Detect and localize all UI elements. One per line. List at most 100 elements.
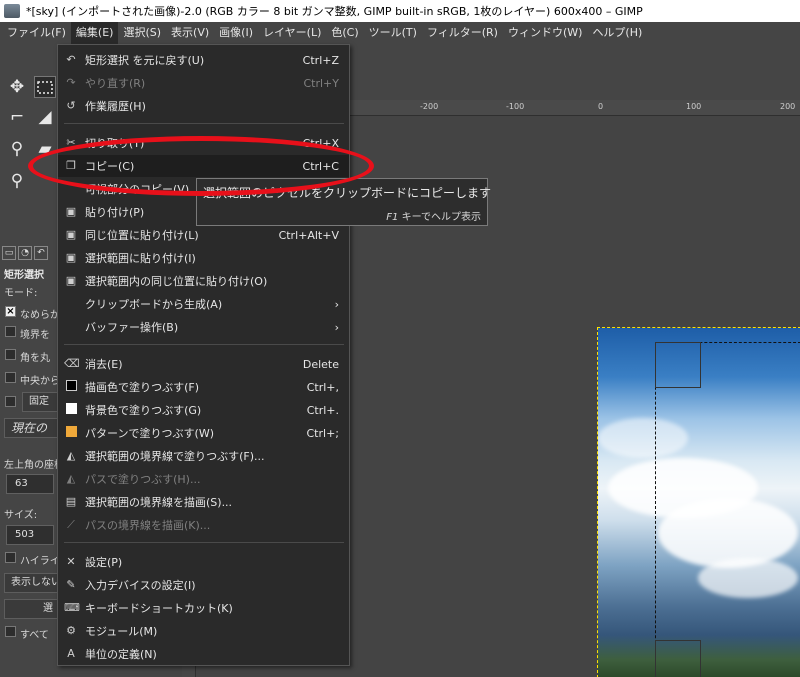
paste-in-place-icon: ▣	[65, 228, 77, 241]
feather-label: 境界を	[20, 330, 50, 341]
menu-layer[interactable]: レイヤー(L)	[258, 22, 326, 44]
menu-item-fill-bg[interactable]: 背景色で塗りつぶす(G) Ctrl+.	[58, 399, 349, 421]
menu-select[interactable]: 選択(S)	[118, 22, 166, 44]
plug-icon: ⚙	[66, 624, 76, 637]
menu-item-paste-into-in-place[interactable]: ▣ 選択範囲内の同じ位置に貼り付け(O)	[58, 270, 349, 292]
undo-icon: ↶	[66, 53, 76, 66]
units-icon: A	[67, 647, 75, 660]
antialias-label: なめらか	[20, 310, 60, 321]
highlight-label: ハイライ	[20, 556, 60, 567]
bg-color-swatch-icon	[64, 403, 78, 417]
window-title: *[sky] (インポートされた画像)-2.0 (RGB カラー 8 bit ガ…	[26, 5, 643, 18]
rect-select-tool-icon[interactable]	[34, 76, 56, 98]
tooltip-help-hint: F1 キーでヘルプ表示	[386, 212, 481, 223]
redo-icon: ↷	[66, 76, 76, 89]
input-device-icon: ✎	[66, 578, 76, 591]
keyboard-icon: ⌨	[64, 601, 80, 614]
menu-file[interactable]: ファイル(F)	[2, 22, 71, 44]
menu-item-stroke-selection[interactable]: ▤ 選択範囲の境界線を描画(S)...	[58, 491, 349, 513]
menu-item-paste-into[interactable]: ▣ 選択範囲に貼り付け(I)	[58, 247, 349, 269]
menu-help[interactable]: ヘルプ(H)	[587, 22, 647, 44]
menu-filters[interactable]: フィルター(R)	[422, 22, 503, 44]
shrink-merged-label: すべて	[20, 630, 49, 641]
menu-item-redo[interactable]: ↷ やり直す(R) Ctrl+Y	[58, 72, 349, 94]
stroke-selection-icon: ▤	[65, 495, 77, 508]
menu-tools[interactable]: ツール(T)	[364, 22, 422, 44]
selection-handle[interactable]	[655, 342, 701, 388]
ruler-tick-label: -200	[420, 102, 439, 111]
tools-icon: ✕	[66, 555, 76, 568]
menu-separator	[64, 123, 344, 124]
menu-windows[interactable]: ウィンドウ(W)	[503, 22, 587, 44]
tool-options-title: 矩形選択	[4, 270, 44, 281]
expand-center-label: 中央から	[20, 376, 60, 387]
ruler-tick-label: 200	[780, 102, 796, 111]
menu-item-stroke-path[interactable]: ⟋ パスの境界線を描画(K)...	[58, 514, 349, 536]
guides-dropdown[interactable]: 表示しない	[4, 573, 58, 593]
menu-item-fill-pattern[interactable]: パターンで塗りつぶす(W) Ctrl+;	[58, 422, 349, 444]
stroke-path-icon: ⟋	[67, 518, 75, 531]
rounded-corners-label: 角を丸	[20, 353, 50, 364]
tool-options-tab-icon[interactable]: ▭	[2, 246, 16, 260]
position-x-field[interactable]: 63	[6, 474, 54, 494]
submenu-arrow-icon: ›	[334, 320, 339, 334]
paths-tool-icon[interactable]: ⚲	[6, 138, 28, 160]
feather-checkbox[interactable]	[5, 326, 16, 337]
zoom-tool-icon[interactable]: ⚲	[6, 170, 28, 192]
expand-center-checkbox[interactable]	[5, 372, 16, 383]
menu-item-modules[interactable]: ⚙ モジュール(M)	[58, 620, 349, 642]
menu-item-undo[interactable]: ↶ 矩形選択 を元に戻す(U) Ctrl+Z	[58, 49, 349, 71]
ruler-tick-label: 100	[686, 102, 702, 111]
fixed-dropdown[interactable]: 固定	[22, 392, 58, 412]
menu-separator	[64, 344, 344, 345]
menu-edit[interactable]: 編集(E)	[70, 22, 119, 44]
menu-item-fill-selection[interactable]: ◭ 選択範囲の境界線で塗りつぶす(F)...	[58, 445, 349, 467]
shrink-merged-checkbox[interactable]	[5, 626, 16, 637]
move-tool-icon[interactable]: ✥	[6, 76, 28, 98]
menu-item-buffer[interactable]: バッファー操作(B) ›	[58, 316, 349, 338]
paste-icon: ▣	[65, 205, 77, 218]
size-label: サイズ:	[4, 510, 38, 521]
highlight-checkbox[interactable]	[5, 552, 16, 563]
menu-image[interactable]: 画像(I)	[214, 22, 258, 44]
selection-rectangle[interactable]	[655, 342, 800, 677]
window-titlebar: *[sky] (インポートされた画像)-2.0 (RGB カラー 8 bit ガ…	[0, 0, 800, 22]
horizontal-ruler[interactable]: -200 -100 0 100 200	[350, 100, 800, 116]
menu-item-fill-path[interactable]: ◭ パスで塗りつぶす(H)...	[58, 468, 349, 490]
paste-into-icon: ▣	[65, 251, 77, 264]
auto-shrink-button[interactable]: 選	[4, 599, 58, 619]
ruler-tick-label: -100	[506, 102, 525, 111]
rounded-corners-checkbox[interactable]	[5, 349, 16, 360]
transform-tool-icon[interactable]: ◢	[34, 106, 56, 128]
dock-tabs: ▭ ◔ ↶	[2, 246, 48, 260]
ruler-tick-label: 0	[598, 102, 604, 111]
menu-item-input-devices[interactable]: ✎ 入力デバイスの設定(I)	[58, 574, 349, 596]
current-aspect-field[interactable]: 現在の	[4, 418, 58, 438]
bucket-fill-path-icon: ◭	[66, 472, 76, 485]
selection-handle[interactable]	[655, 640, 701, 677]
menu-item-units[interactable]: A 単位の定義(N)	[58, 643, 349, 665]
device-status-tab-icon[interactable]: ◔	[18, 246, 32, 260]
undo-history-tab-icon[interactable]: ↶	[34, 246, 48, 260]
antialias-checkbox[interactable]: ×	[5, 306, 16, 317]
menu-item-preferences[interactable]: ✕ 設定(P)	[58, 551, 349, 573]
history-icon: ↺	[66, 99, 76, 112]
bucket-fill-icon: ◭	[66, 449, 76, 462]
menu-colors[interactable]: 色(C)	[326, 22, 363, 44]
size-width-field[interactable]: 503	[6, 525, 54, 545]
menu-item-history[interactable]: ↺ 作業履歴(H)	[58, 95, 349, 117]
menu-item-shortcuts[interactable]: ⌨ キーボードショートカット(K)	[58, 597, 349, 619]
menu-item-paste-as[interactable]: クリップボードから生成(A) ›	[58, 293, 349, 315]
eraser-icon: ⌫	[64, 357, 80, 370]
menu-item-fill-fg[interactable]: 描画色で塗りつぶす(F) Ctrl+,	[58, 376, 349, 398]
menu-view[interactable]: 表示(V)	[166, 22, 214, 44]
position-label: 左上角の座標	[4, 460, 64, 471]
fg-color-swatch-icon	[64, 380, 78, 394]
menu-item-clear[interactable]: ⌫ 消去(E) Delete	[58, 353, 349, 375]
crop-tool-icon[interactable]: ⌐	[6, 106, 28, 128]
menu-separator	[64, 542, 344, 543]
gimp-app-icon	[4, 4, 20, 18]
fixed-checkbox[interactable]	[5, 396, 16, 407]
menu-item-paste-in-place[interactable]: ▣ 同じ位置に貼り付け(L) Ctrl+Alt+V	[58, 224, 349, 246]
red-highlight-ellipse	[28, 136, 374, 196]
